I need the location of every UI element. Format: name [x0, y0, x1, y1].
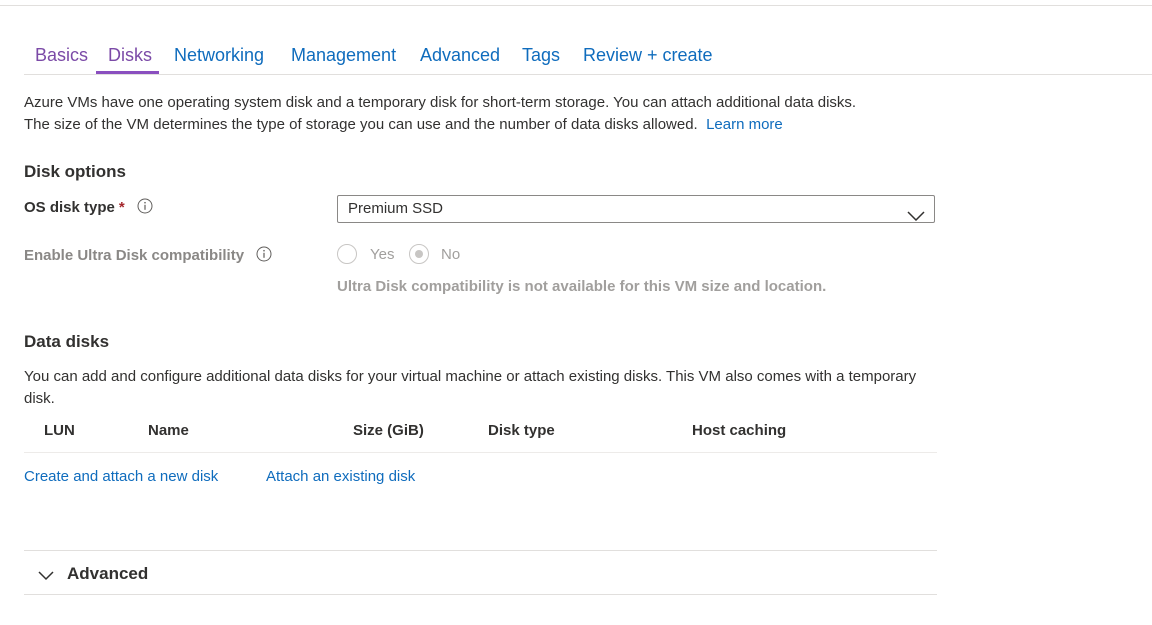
os-disk-type-label: OS disk type * — [24, 198, 153, 218]
advanced-bottom-divider — [24, 594, 937, 595]
tab-networking[interactable]: Networking — [174, 44, 264, 66]
ultra-no-radio[interactable] — [409, 244, 429, 264]
ultra-no-label: No — [441, 246, 461, 263]
data-disks-heading: Data disks — [24, 332, 110, 351]
column-host-caching: Host caching — [692, 422, 787, 439]
attach-existing-disk-link[interactable]: Attach an existing disk — [266, 468, 415, 485]
tab-basics[interactable]: Basics — [35, 44, 88, 66]
ultra-disk-note: Ultra Disk compatibility is not availabl… — [337, 278, 827, 295]
data-disks-table-header: LUN Name Size (GiB) Disk type Host cachi… — [24, 420, 937, 453]
top-divider — [0, 5, 1152, 6]
chevron-down-icon — [907, 204, 925, 230]
create-attach-disk-link[interactable]: Create and attach a new disk — [24, 468, 218, 485]
wizard-tabs: Basics Disks Networking Management Advan… — [24, 40, 1152, 75]
radio-selected-dot — [415, 250, 423, 258]
os-disk-type-value: Premium SSD — [348, 200, 444, 217]
ultra-disk-label: Enable Ultra Disk compatibility — [24, 246, 272, 266]
os-disk-type-dropdown[interactable]: Premium SSD — [337, 195, 935, 223]
tab-tags[interactable]: Tags — [522, 44, 560, 66]
column-size: Size (GiB) — [353, 422, 424, 439]
required-marker: * — [118, 199, 125, 216]
intro-line-1: Azure VMs have one operating system disk… — [24, 94, 857, 111]
column-disk-type: Disk type — [488, 422, 555, 439]
data-disks-description: You can add and configure additional dat… — [24, 368, 917, 407]
tab-review-create[interactable]: Review + create — [583, 44, 713, 66]
active-tab-indicator — [96, 71, 159, 74]
ultra-yes-label: Yes — [370, 246, 395, 263]
info-icon[interactable] — [137, 198, 153, 218]
tab-management[interactable]: Management — [291, 44, 396, 66]
advanced-accordion[interactable]: Advanced — [24, 551, 937, 594]
advanced-accordion-label: Advanced — [67, 564, 149, 583]
ultra-yes-radio[interactable] — [337, 244, 357, 264]
learn-more-link[interactable]: Learn more — [706, 116, 783, 133]
chevron-down-icon — [38, 568, 54, 586]
intro-line-2: The size of the VM determines the type o… — [24, 116, 783, 133]
disks-page: Basics Disks Networking Management Advan… — [0, 0, 1152, 625]
column-name: Name — [148, 422, 189, 439]
info-icon[interactable] — [256, 246, 272, 266]
tab-disks[interactable]: Disks — [108, 44, 152, 66]
disk-options-heading: Disk options — [24, 162, 127, 181]
tab-advanced[interactable]: Advanced — [420, 44, 500, 66]
intro-text: Azure VMs have one operating system disk… — [24, 92, 944, 136]
column-lun: LUN — [44, 422, 75, 439]
